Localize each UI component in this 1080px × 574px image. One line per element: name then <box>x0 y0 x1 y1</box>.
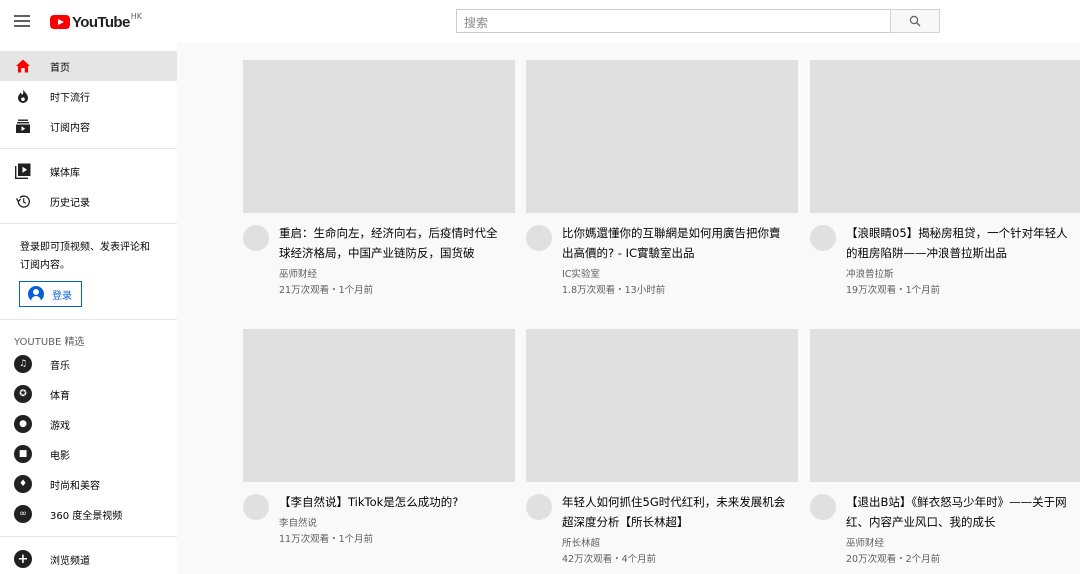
channel-avatar[interactable] <box>243 225 269 251</box>
signin-label: 登录 <box>52 290 72 302</box>
youtube-play-icon <box>50 15 70 29</box>
subscriptions-icon <box>14 117 32 135</box>
sidebar-item-library[interactable]: 媒体库 <box>0 156 177 186</box>
sidebar-item-label: 360 度全景视频 <box>50 510 123 522</box>
video-title[interactable]: 比你媽還懂你的互聯網是如何用廣告把你賣出高價的? - IC實驗室出品 <box>562 223 788 263</box>
sidebar-item-label: 音乐 <box>50 360 70 372</box>
sidebar-item-label: 浏览频道 <box>50 555 90 567</box>
video-card: 年轻人如何抓住5G时代红利，未来发展机会超深度分析【所长林超】 所长林超 42万… <box>526 329 798 565</box>
sidebar-item-label: 体育 <box>50 390 70 402</box>
video-stats: 42万次观看・4个月前 <box>562 554 657 565</box>
search-input[interactable]: 搜索 <box>456 9 891 33</box>
video-thumbnail[interactable] <box>810 329 1080 482</box>
video-stats: 20万次观看・2个月前 <box>846 554 941 565</box>
sidebar-item-label: 首页 <box>50 62 70 74</box>
top-bar: YouTube HK 搜索 <box>0 0 1080 43</box>
video-title[interactable]: 【退出B站】《鲜衣怒马少年时》——关于网红、内容产业风口、我的成长 <box>846 492 1072 532</box>
360-video-icon: ∞ <box>14 505 32 523</box>
add-circle-icon: + <box>14 550 32 568</box>
video-card: 【李自然说】TikTok是怎么成功的? 李自然说 11万次观看・1个月前 <box>243 329 515 545</box>
sidebar-item-browse-channels[interactable]: + 浏览频道 <box>0 544 177 574</box>
sidebar-item-subscriptions[interactable]: 订阅内容 <box>0 111 177 141</box>
video-card: 【退出B站】《鲜衣怒马少年时》——关于网红、内容产业风口、我的成长 巫师财经 2… <box>810 329 1080 565</box>
video-stats: 21万次观看・1个月前 <box>279 285 374 296</box>
sidebar-item-gaming[interactable]: ● 游戏 <box>0 409 177 439</box>
sidebar-item-label: 时下流行 <box>50 92 90 104</box>
search-icon <box>909 15 921 27</box>
history-icon <box>14 192 32 210</box>
video-thumbnail[interactable] <box>243 60 515 213</box>
sidebar-item-label: 订阅内容 <box>50 122 90 134</box>
channel-name[interactable]: 所长林超 <box>562 535 788 549</box>
sidebar-item-history[interactable]: 历史记录 <box>0 186 177 216</box>
video-thumbnail[interactable] <box>810 60 1080 213</box>
flame-icon <box>14 87 32 105</box>
sidebar-item-home[interactable]: 首页 <box>0 51 177 81</box>
sidebar-divider <box>0 319 177 320</box>
video-thumbnail[interactable] <box>526 60 798 213</box>
video-title[interactable]: 【李自然说】TikTok是怎么成功的? <box>279 492 505 512</box>
channel-avatar[interactable] <box>810 494 836 520</box>
sidebar-divider <box>0 148 177 149</box>
fashion-icon: ♦ <box>14 475 32 493</box>
sidebar-item-music[interactable]: ♫ 音乐 <box>0 349 177 379</box>
channel-name[interactable]: 巫师财经 <box>279 266 505 280</box>
video-title[interactable]: 重启：生命向左，经济向右，后疫情时代全球经济格局，中国产业链防反，国货破 <box>279 223 505 263</box>
channel-avatar[interactable] <box>810 225 836 251</box>
video-thumbnail[interactable] <box>526 329 798 482</box>
video-card: 重启：生命向左，经济向右，后疫情时代全球经济格局，中国产业链防反，国货破 巫师财… <box>243 60 515 296</box>
search-button[interactable] <box>890 9 940 33</box>
channel-name[interactable]: IC实验室 <box>562 266 788 280</box>
video-card: 比你媽還懂你的互聯網是如何用廣告把你賣出高價的? - IC實驗室出品 IC实验室… <box>526 60 798 296</box>
video-card: 【浪眼睛05】揭秘房租贷，一个针对年轻人的租房陷阱——冲浪普拉斯出品 冲浪普拉斯… <box>810 60 1080 296</box>
video-thumbnail[interactable] <box>243 329 515 482</box>
channel-name[interactable]: 冲浪普拉斯 <box>846 266 1072 280</box>
movies-icon: ■ <box>14 445 32 463</box>
sidebar-item-sports[interactable]: ✪ 体育 <box>0 379 177 409</box>
channel-avatar[interactable] <box>526 225 552 251</box>
hamburger-menu-icon[interactable] <box>12 12 32 30</box>
sidebar-item-label: 时尚和美容 <box>50 480 100 492</box>
sidebar-item-movies[interactable]: ■ 电影 <box>0 439 177 469</box>
youtube-logo[interactable]: YouTube HK <box>50 12 142 32</box>
account-icon <box>28 286 44 302</box>
channel-name[interactable]: 李自然说 <box>279 515 505 529</box>
channel-avatar[interactable] <box>526 494 552 520</box>
sidebar-item-trending[interactable]: 时下流行 <box>0 81 177 111</box>
video-title[interactable]: 年轻人如何抓住5G时代红利，未来发展机会超深度分析【所长林超】 <box>562 492 788 532</box>
sports-icon: ✪ <box>14 385 32 403</box>
sidebar-item-label: 电影 <box>50 450 70 462</box>
music-icon: ♫ <box>14 355 32 373</box>
sidebar-item-label: 媒体库 <box>50 167 80 179</box>
video-stats: 19万次观看・1个月前 <box>846 285 941 296</box>
best-of-youtube-heading: YOUTUBE 精选 <box>14 336 85 348</box>
region-code: HK <box>130 11 142 21</box>
sidebar-item-label: 历史记录 <box>50 197 90 209</box>
sidebar-item-fashion[interactable]: ♦ 时尚和美容 <box>0 469 177 499</box>
video-stats: 11万次观看・1个月前 <box>279 534 374 545</box>
gaming-icon: ● <box>14 415 32 433</box>
signin-prompt: 登录即可顶视频、发表评论和订阅内容。 <box>20 242 150 271</box>
library-icon <box>14 162 32 180</box>
sidebar-divider <box>0 536 177 537</box>
video-stats: 1.8万次观看・13小时前 <box>562 285 666 296</box>
signin-button[interactable]: 登录 <box>19 281 82 307</box>
sidebar: 首页 时下流行 订阅内容 媒体库 历史记录 登录即可顶视频、发表评论和订阅内容。… <box>0 43 177 574</box>
home-icon <box>14 57 32 75</box>
sidebar-item-label: 游戏 <box>50 420 70 432</box>
channel-avatar[interactable] <box>243 494 269 520</box>
video-grid: 重启：生命向左，经济向右，后疫情时代全球经济格局，中国产业链防反，国货破 巫师财… <box>177 43 1080 574</box>
sidebar-item-360-video[interactable]: ∞ 360 度全景视频 <box>0 499 177 529</box>
sidebar-divider <box>0 223 177 224</box>
channel-name[interactable]: 巫师财经 <box>846 535 1072 549</box>
video-title[interactable]: 【浪眼睛05】揭秘房租贷，一个针对年轻人的租房陷阱——冲浪普拉斯出品 <box>846 223 1072 263</box>
logo-text: YouTube <box>72 13 130 31</box>
